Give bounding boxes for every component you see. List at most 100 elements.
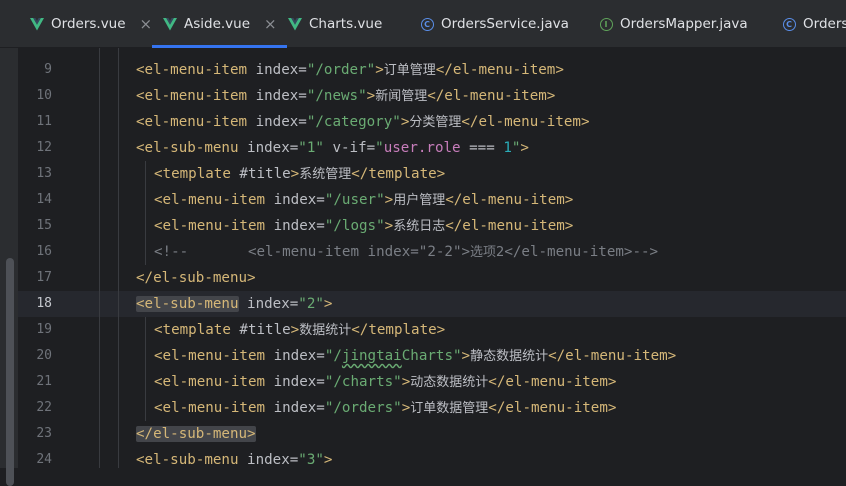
code-token: </el-sub-menu> [136, 270, 256, 286]
code-token: > [323, 296, 333, 312]
code-token: </template> [351, 322, 446, 338]
code-text: <el-sub-menu index="3"> [136, 447, 332, 473]
code-token: "/logs" [324, 218, 385, 234]
code-token: > [401, 400, 411, 416]
code-token: index= [255, 62, 307, 78]
code-token: "/news" [306, 88, 367, 104]
code-text: <el-menu-item index="/charts">动态数据统计</el… [154, 369, 616, 395]
code-token: "/order" [306, 62, 376, 78]
line-number: 9 [44, 62, 52, 77]
code-line[interactable]: 19 <template #title>数据统计</template> [18, 317, 846, 343]
code-line[interactable]: 23 </el-sub-menu> [18, 421, 846, 447]
code-text: <el-menu-item index="/category">分类管理</el… [136, 109, 590, 135]
tab-label: OrdersMapper.java [620, 16, 748, 32]
code-text: <el-menu-item index="/news">新闻管理</el-men… [136, 83, 555, 109]
code-token: jingtai [341, 348, 402, 364]
code-token: <el-menu-item [154, 374, 274, 390]
code-token: v-if= [323, 140, 376, 156]
tab-label: OrdersService.java [441, 16, 569, 32]
line-number: 23 [36, 426, 52, 441]
code-line[interactable]: 12 <el-sub-menu index="1" v-if="user.role… [18, 135, 846, 161]
tab-orders-vue[interactable]: Orders.vue × [29, 0, 152, 48]
code-line[interactable]: 14 <el-menu-item index="/user">用户管理</el-m… [18, 187, 846, 213]
code-token: > [375, 62, 384, 78]
code-token: 订单数据管理 [410, 401, 489, 416]
code-line[interactable]: 15 <el-menu-item index="/logs">系统日志</el-m… [18, 213, 846, 239]
code-token: "3" [298, 452, 324, 468]
code-token: <el-menu-item [136, 114, 256, 130]
tab-orders[interactable]: C Orders. [781, 0, 846, 48]
code-token: 静态数据统计 [470, 349, 549, 364]
line-number: 19 [36, 322, 52, 337]
java-class-icon: C [781, 16, 797, 32]
code-token: <template [154, 322, 240, 338]
line-number: 15 [36, 218, 52, 233]
line-number: 22 [36, 400, 52, 415]
code-token: > [384, 218, 394, 234]
code-text: <el-sub-menu index="2"> [136, 291, 332, 317]
code-text: <el-menu-item index="/user">用户管理</el-men… [154, 187, 573, 213]
code-token: "/user" [324, 192, 385, 208]
code-line[interactable]: 11 <el-menu-item index="/category">分类管理</… [18, 109, 846, 135]
code-token: 选项2 [470, 245, 505, 260]
code-line[interactable]: 13 <template #title>系统管理</template> [18, 161, 846, 187]
code-token: </el-sub-menu> [136, 426, 256, 442]
code-token: </el-menu-item> [445, 218, 574, 234]
code-token: <el-menu-item [154, 348, 274, 364]
code-line[interactable]: 24 <el-sub-menu index="3"> [18, 447, 846, 473]
code-line[interactable]: 9 <el-menu-item index="/order">订单管理</el-m… [18, 57, 846, 83]
code-token: "/category" [306, 114, 401, 130]
code-token: 系统管理 [299, 167, 352, 182]
code-text: <el-menu-item index="/jingtaiCharts">静态数… [154, 343, 676, 369]
code-token: <el-sub-menu [136, 140, 248, 156]
tab-aside-vue[interactable]: Aside.vue × [152, 0, 287, 48]
line-number: 10 [36, 88, 52, 103]
close-tab-icon[interactable]: × [264, 16, 277, 32]
vue-icon [29, 16, 45, 32]
vue-icon [162, 16, 178, 32]
code-line[interactable]: 20 <el-menu-item index="/jingtaiCharts">静… [18, 343, 846, 369]
code-text: <template #title>数据统计</template> [154, 317, 445, 343]
tab-ordersservice-java[interactable]: C OrdersService.java [419, 0, 569, 48]
code-token: </el-menu-item> [435, 62, 564, 78]
code-line[interactable]: 16 <!-- <el-menu-item index="2-2">选项2</el… [18, 239, 846, 265]
code-token: <!-- <el-menu-item index="2-2"> [154, 244, 471, 260]
code-token: index= [247, 296, 299, 312]
code-token: <el-menu-item [154, 218, 274, 234]
code-line[interactable]: 10 <el-menu-item index="/news">新闻管理</el-m… [18, 83, 846, 109]
line-number: 20 [36, 348, 52, 363]
code-token: <el-sub-menu [136, 296, 239, 312]
code-token: "2" [298, 296, 324, 312]
code-line[interactable]: 18 <el-sub-menu index="2"> [18, 291, 846, 317]
tab-charts-vue[interactable]: Charts.vue [287, 0, 382, 48]
code-line[interactable]: 22 <el-menu-item index="/orders">订单数据管理</… [18, 395, 846, 421]
line-number: 17 [36, 270, 52, 285]
line-number: 14 [36, 192, 52, 207]
code-token: index= [273, 192, 325, 208]
code-token: <template [154, 166, 240, 182]
tab-ordersmapper-java[interactable]: I OrdersMapper.java [598, 0, 748, 48]
code-token: <el-sub-menu [136, 452, 248, 468]
vue-icon [287, 16, 303, 32]
code-line[interactable]: 21 <el-menu-item index="/charts">动态数据统计</… [18, 369, 846, 395]
tab-label: Charts.vue [309, 16, 383, 32]
close-tab-icon[interactable]: × [140, 16, 153, 32]
scrollbar-thumb[interactable] [6, 258, 14, 486]
code-token: </el-menu-item> [427, 88, 556, 104]
code-token: <el-menu-item [154, 400, 274, 416]
code-line[interactable]: 17 </el-sub-menu> [18, 265, 846, 291]
tab-label: Aside.vue [184, 16, 251, 32]
code-token: index= [273, 218, 325, 234]
code-token: </el-menu-item> [488, 374, 617, 390]
code-token: 分类管理 [409, 115, 462, 130]
indent-guide [145, 161, 146, 265]
code-text: <el-menu-item index="/order">订单管理</el-me… [136, 57, 564, 83]
code-text: </el-sub-menu> [136, 265, 256, 291]
code-token: #title [239, 166, 291, 182]
line-number: 16 [36, 244, 52, 259]
code-token: 1 [503, 140, 512, 156]
java-interface-icon: I [598, 16, 614, 32]
code-token: Charts" [401, 348, 462, 364]
code-token: 用户管理 [393, 193, 446, 208]
code-token: "/charts" [324, 374, 402, 390]
